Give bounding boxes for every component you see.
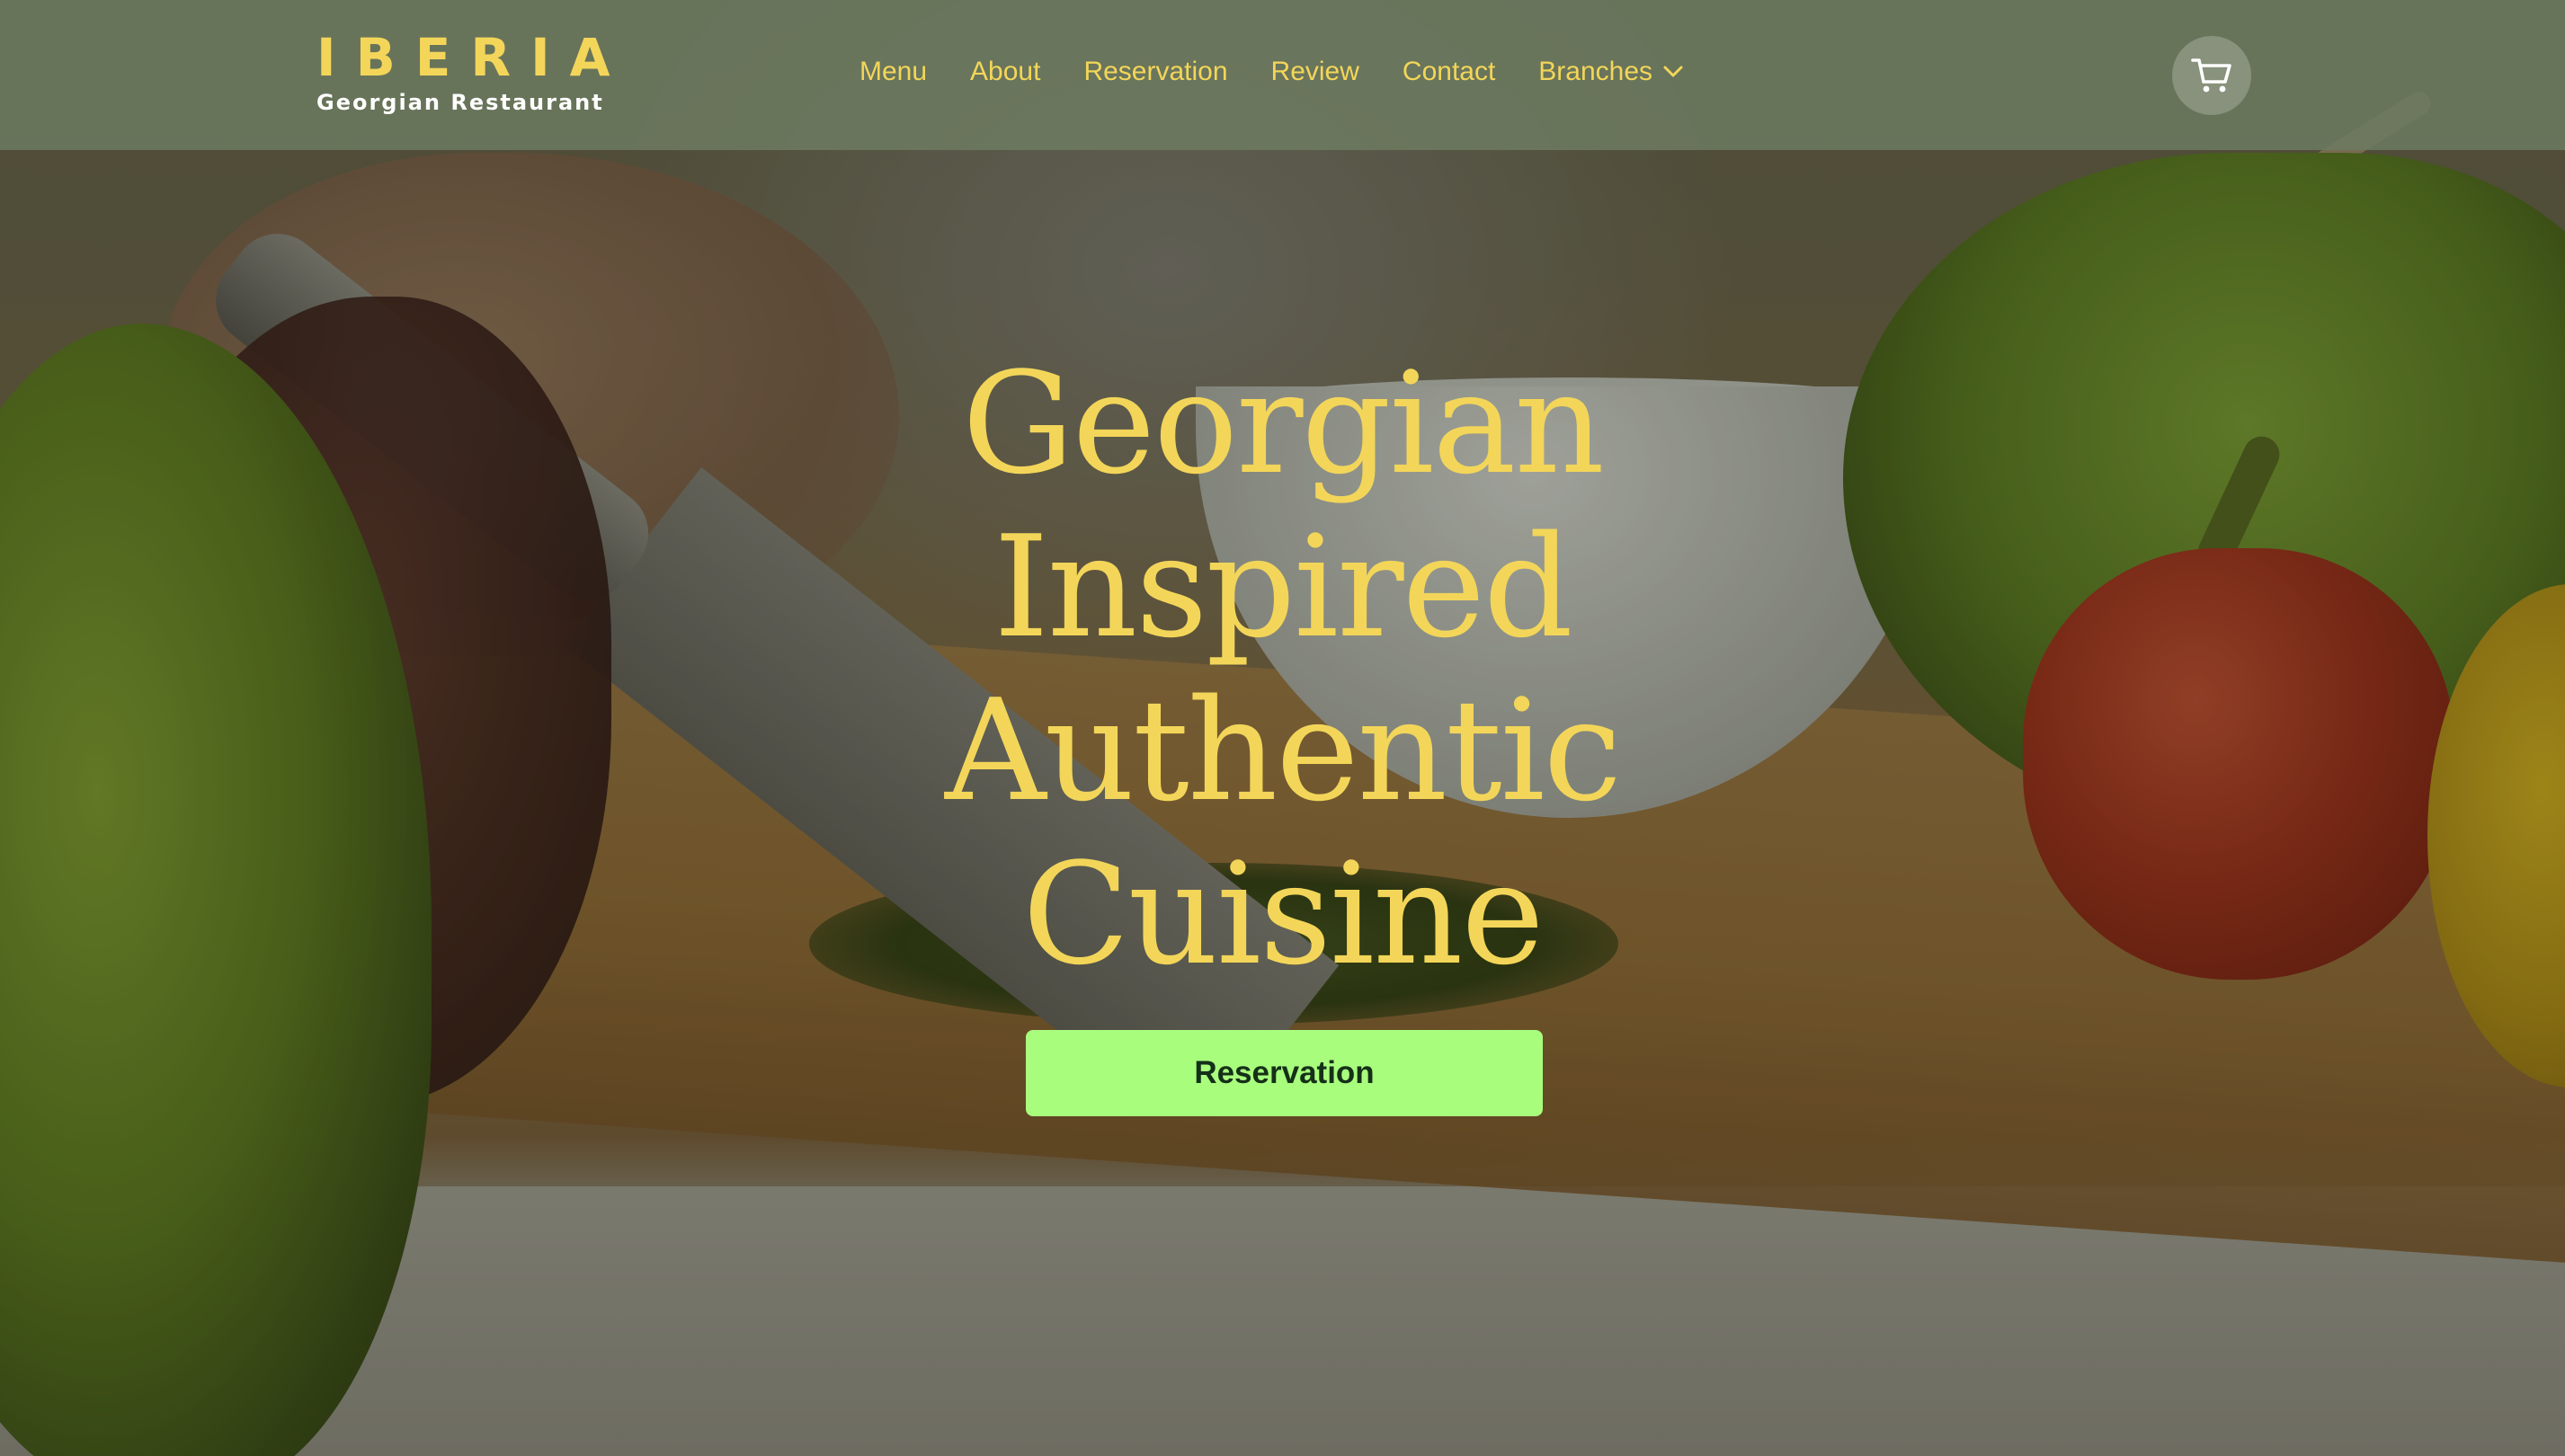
nav-item-label: Branches [1538,57,1653,86]
nav-item-label: Contact [1402,57,1496,86]
chevron-down-icon [1663,66,1683,77]
nav-item-label: Menu [859,57,928,86]
main-nav: Menu About Reservation Review Contact Br… [859,54,1683,90]
logo[interactable]: IBERIA Georgian Restaurant [316,27,630,115]
nav-item-branches[interactable]: Branches [1538,54,1683,90]
logo-title: IBERIA [316,27,630,88]
cart-button[interactable] [2172,36,2251,115]
hero-line-1: Georgian [962,342,1605,505]
nav-item-menu[interactable]: Menu [859,54,927,90]
nav-item-reservation[interactable]: Reservation [1083,54,1227,90]
page: IBERIA Georgian Restaurant Menu About Re… [0,0,2565,1456]
hero-heading: Georgian Inspired Authentic Cuisine [809,342,1756,996]
cart-icon [2191,58,2231,93]
nav-item-label: Reservation [1083,57,1228,86]
nav-item-label: About [970,57,1041,86]
nav-item-review[interactable]: Review [1271,54,1359,90]
nav-item-contact[interactable]: Contact [1403,54,1495,90]
hero-line-3: Authentic [944,669,1622,832]
hero-line-2: Inspired [993,505,1573,669]
reservation-button[interactable]: Reservation [1026,1030,1543,1116]
nav-item-about[interactable]: About [970,54,1040,90]
hero-line-4: Cuisine [1022,832,1544,996]
logo-subtitle: Georgian Restaurant [316,90,604,115]
reservation-button-label: Reservation [1194,1055,1375,1090]
nav-item-label: Review [1270,57,1359,86]
site-header: IBERIA Georgian Restaurant Menu About Re… [0,0,2565,150]
